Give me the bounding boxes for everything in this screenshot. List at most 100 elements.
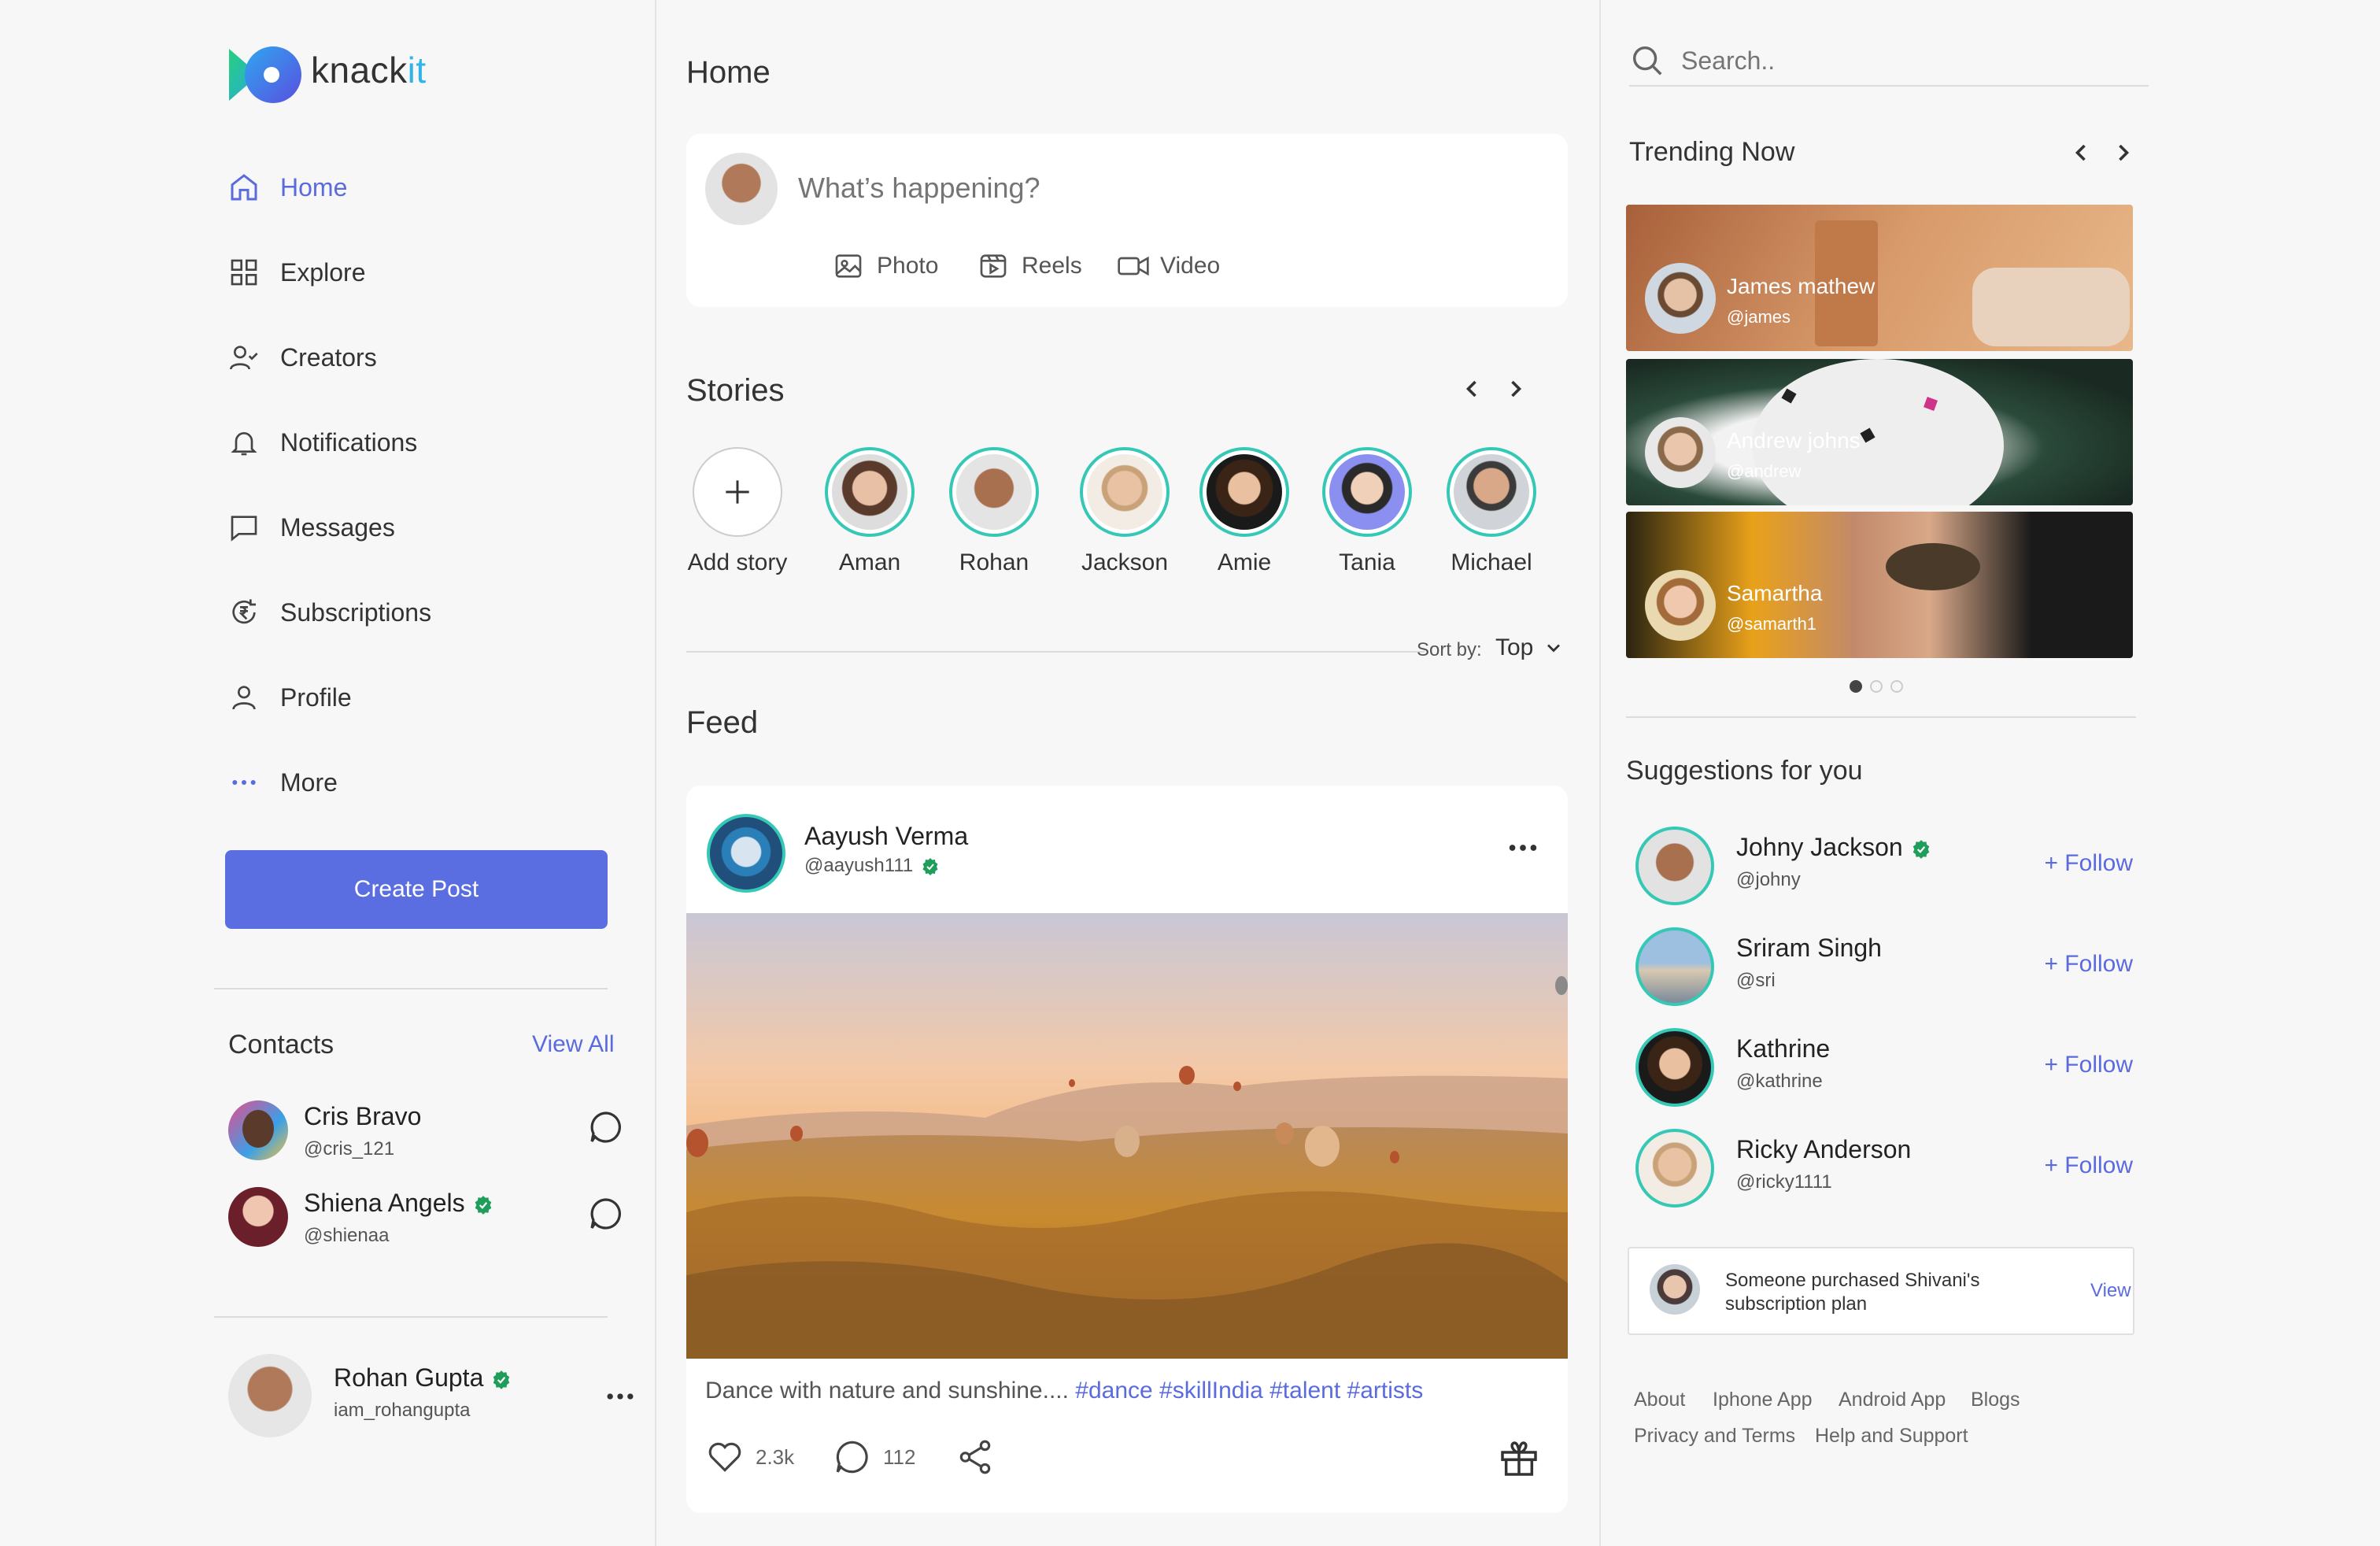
avatar [228, 1187, 288, 1247]
trending-card[interactable]: James mathew @james [1626, 205, 2133, 351]
nav-subscriptions[interactable]: Subscriptions [227, 589, 431, 636]
divider [214, 1316, 608, 1318]
contact-name: Shiena Angels [304, 1189, 493, 1218]
search-bar[interactable] [1629, 36, 2149, 87]
gift-button[interactable] [1497, 1436, 1541, 1484]
share-button[interactable] [955, 1437, 995, 1481]
follow-button[interactable]: + Follow [2044, 1052, 2133, 1078]
reels-button[interactable]: Reels [978, 250, 1082, 282]
message-icon[interactable] [587, 1195, 625, 1237]
nav-creators[interactable]: Creators [227, 334, 377, 381]
stories-prev-button[interactable] [1458, 375, 1486, 407]
follow-button[interactable]: + Follow [2044, 850, 2133, 877]
suggestion-handle: @ricky1111 [1736, 1171, 1832, 1193]
footer-link-android-app[interactable]: Android App [1839, 1389, 1946, 1411]
reels-icon [980, 254, 1007, 278]
nav-messages[interactable]: Messages [227, 504, 395, 551]
avatar [1650, 1264, 1700, 1315]
footer-link-about[interactable]: About [1634, 1389, 1685, 1411]
verified-icon [1913, 839, 1929, 859]
nav-home[interactable]: Home [227, 164, 347, 211]
footer-link-blogs[interactable]: Blogs [1971, 1389, 2020, 1411]
post-author-avatar[interactable] [707, 814, 785, 893]
chevron-down-icon [1547, 644, 1561, 653]
avatar [228, 1100, 288, 1160]
plus-icon [693, 447, 782, 537]
trending-name: James mathew [1727, 274, 1876, 298]
story-item[interactable]: Amie [1185, 447, 1303, 576]
brand-name: knackit [311, 50, 427, 91]
suggestion-handle: @johny [1736, 869, 1801, 890]
avatar [1635, 1129, 1714, 1208]
nav-explore[interactable]: Explore [227, 249, 366, 296]
left-sidebar: knackit Home Explore Creators Notificati… [0, 0, 656, 1546]
main-column: Home Photo Reels Video Stories Add story… [656, 0, 1598, 1546]
composer-input[interactable] [796, 165, 1508, 211]
follow-button[interactable]: + Follow [2044, 951, 2133, 978]
create-post-button[interactable]: Create Post [225, 850, 608, 929]
gift-icon [1501, 1441, 1537, 1476]
search-input[interactable] [1680, 45, 2123, 76]
like-button[interactable]: 2.3k [705, 1437, 794, 1477]
current-user-avatar[interactable] [228, 1354, 312, 1437]
footer-link-iphone-app[interactable]: Iphone App [1713, 1389, 1813, 1411]
right-sidebar: Trending Now James mathew @james Andrew … [1599, 0, 2380, 1546]
post-author-handle: @aayush111 [804, 855, 940, 877]
trending-prev-button[interactable] [2067, 139, 2095, 171]
video-icon [1118, 256, 1149, 276]
sort-label: Sort by: [1417, 639, 1482, 660]
video-button[interactable]: Video [1116, 250, 1220, 282]
post-author-name[interactable]: Aayush Verma [804, 822, 968, 851]
carousel-dots[interactable] [1850, 680, 1903, 693]
message-icon[interactable] [587, 1108, 625, 1150]
trending-next-button[interactable] [2109, 139, 2138, 171]
post-image[interactable] [686, 913, 1568, 1359]
story-item[interactable]: Aman [811, 447, 929, 576]
suggestion-name: Sriram Singh [1736, 934, 1882, 962]
feed-title: Feed [686, 705, 759, 740]
story-item[interactable]: Tania [1308, 447, 1426, 576]
avatar [1645, 263, 1716, 334]
comment-button[interactable]: 112 [833, 1437, 915, 1477]
nav-profile[interactable]: Profile [227, 674, 352, 721]
trending-name: Andrew johns [1727, 428, 1861, 453]
view-all-link[interactable]: View All [532, 1031, 615, 1058]
photo-button[interactable]: Photo [833, 250, 938, 282]
footer-link-help[interactable]: Help and Support [1815, 1425, 1968, 1448]
verified-icon [475, 1195, 491, 1215]
page-title: Home [686, 55, 771, 90]
trending-handle: @andrew [1727, 461, 1802, 481]
share-icon [959, 1440, 991, 1474]
stories-next-button[interactable] [1502, 375, 1530, 407]
bell-icon [227, 425, 261, 460]
suggestion-name: Johny Jackson [1736, 833, 1931, 862]
avatar [1635, 1028, 1714, 1107]
post-options-icon[interactable] [1505, 830, 1541, 870]
comment-icon [836, 1441, 868, 1474]
story-item[interactable]: Michael [1432, 447, 1550, 576]
trending-name: Samartha [1727, 581, 1823, 605]
story-item[interactable]: Rohan [935, 447, 1053, 576]
nav-more[interactable]: More [227, 759, 338, 806]
ellipsis-icon [227, 765, 261, 800]
add-story-button[interactable]: Add story [678, 447, 796, 576]
story-item[interactable]: Jackson [1066, 447, 1184, 576]
grid-icon [227, 255, 261, 290]
trending-card[interactable]: Andrew johns @andrew [1626, 359, 2133, 505]
divider [1626, 716, 2136, 718]
footer-link-privacy[interactable]: Privacy and Terms [1634, 1425, 1795, 1448]
current-user-handle: iam_rohangupta [334, 1400, 471, 1421]
avatar [1645, 417, 1716, 488]
suggestion-row: Ricky Anderson @ricky1111 + Follow [1635, 1129, 2133, 1211]
notification-view-link[interactable]: View [2090, 1280, 2131, 1302]
nav-notifications[interactable]: Notifications [227, 419, 417, 466]
verified-icon [493, 1370, 510, 1389]
sort-dropdown[interactable]: Top [1495, 634, 1565, 661]
search-icon [1632, 46, 1662, 76]
follow-button[interactable]: + Follow [2044, 1152, 2133, 1179]
trending-card[interactable]: Samartha @samarth1 [1626, 512, 2133, 658]
more-options-icon[interactable] [603, 1379, 638, 1418]
suggestion-name: Kathrine [1736, 1034, 1831, 1063]
suggestion-row: Sriram Singh @sri + Follow [1635, 927, 2133, 1009]
post-hashtags[interactable]: #dance #skillIndia #talent #artists [1075, 1378, 1423, 1404]
